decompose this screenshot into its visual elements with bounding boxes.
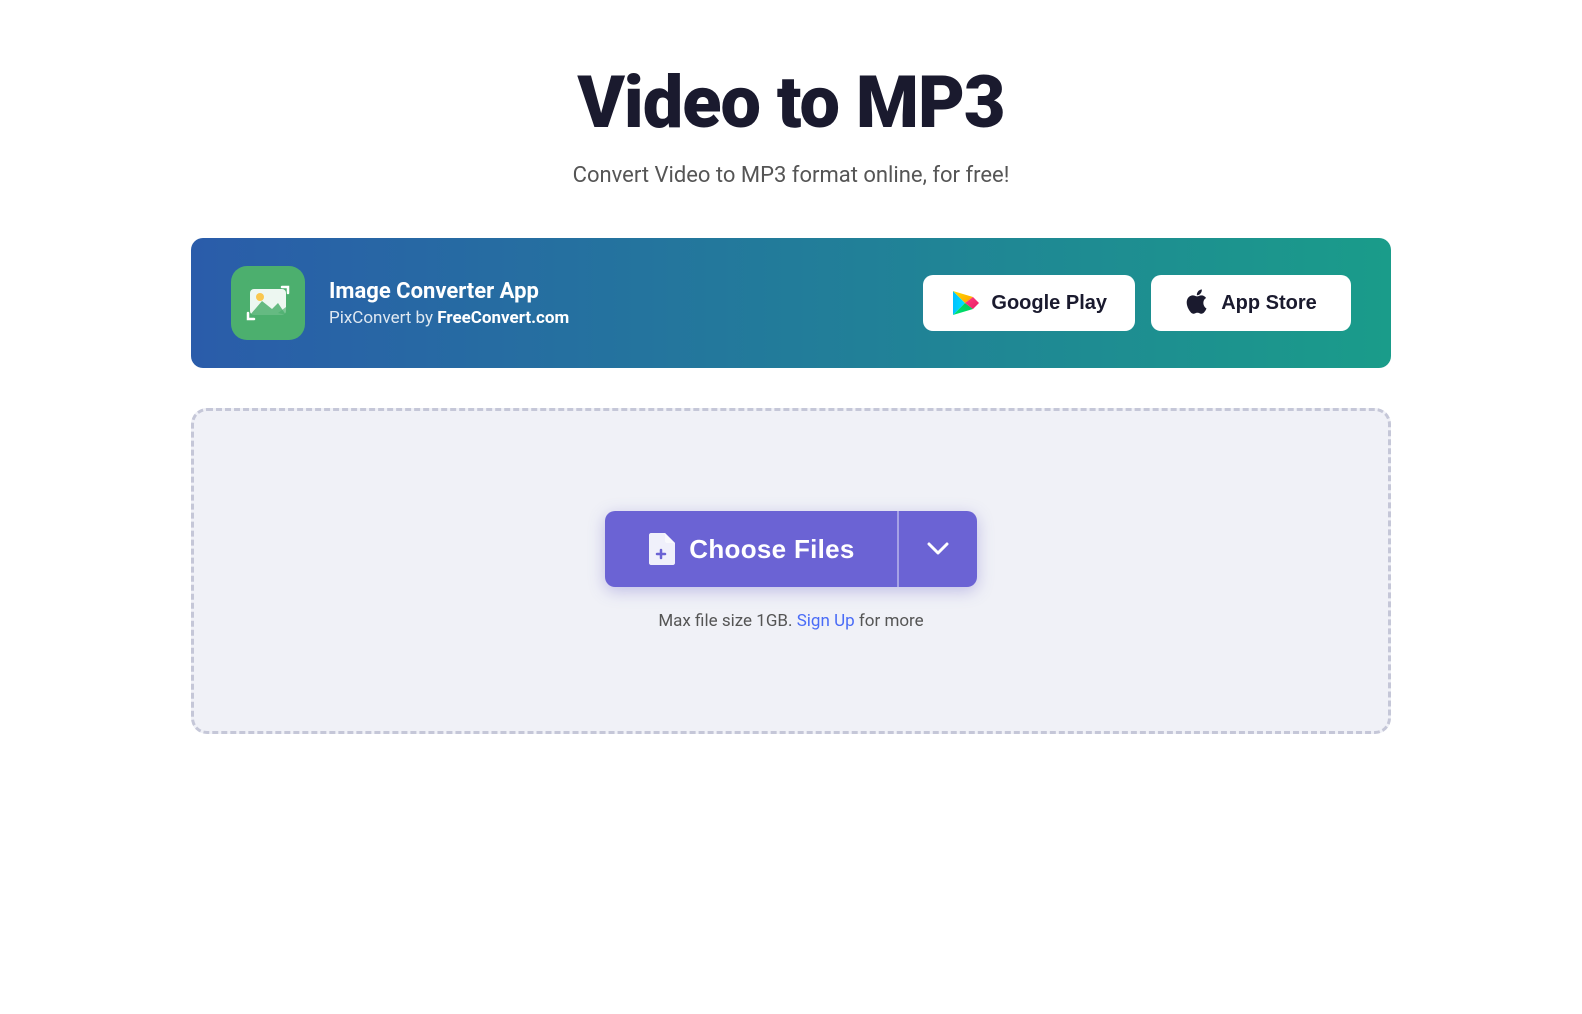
promo-right: Google Play App Store bbox=[923, 275, 1351, 331]
choose-files-dropdown-button[interactable] bbox=[897, 511, 977, 587]
sign-up-link[interactable]: Sign Up bbox=[797, 611, 855, 631]
google-play-icon bbox=[951, 289, 979, 317]
chevron-down-icon bbox=[927, 542, 949, 556]
file-limit-prefix: Max file size 1GB. bbox=[658, 611, 796, 631]
choose-files-wrapper: Choose Files bbox=[605, 511, 976, 587]
file-plus-icon bbox=[647, 533, 675, 565]
google-play-button[interactable]: Google Play bbox=[923, 275, 1135, 331]
choose-files-label: Choose Files bbox=[689, 534, 854, 565]
upload-dropzone[interactable]: Choose Files Max file size 1GB. Sign Up … bbox=[191, 408, 1391, 734]
choose-files-button[interactable]: Choose Files bbox=[605, 511, 896, 587]
promo-left: Image Converter App PixConvert by FreeCo… bbox=[231, 266, 569, 340]
app-icon-svg bbox=[244, 279, 292, 327]
promo-banner: Image Converter App PixConvert by FreeCo… bbox=[191, 238, 1391, 368]
apple-icon bbox=[1185, 289, 1209, 317]
google-play-label: Google Play bbox=[991, 292, 1107, 315]
app-icon bbox=[231, 266, 305, 340]
app-by-brand: FreeConvert.com bbox=[437, 308, 569, 328]
file-limit-text: Max file size 1GB. Sign Up for more bbox=[658, 611, 923, 631]
app-info: Image Converter App PixConvert by FreeCo… bbox=[329, 279, 569, 328]
app-by-prefix: PixConvert by bbox=[329, 308, 437, 328]
file-limit-suffix: for more bbox=[855, 611, 924, 631]
page-subtitle: Convert Video to MP3 format online, for … bbox=[573, 163, 1010, 188]
app-by: PixConvert by FreeConvert.com bbox=[329, 308, 569, 328]
app-name: Image Converter App bbox=[329, 279, 569, 304]
page-title: Video to MP3 bbox=[577, 60, 1004, 145]
app-store-button[interactable]: App Store bbox=[1151, 275, 1351, 331]
app-store-label: App Store bbox=[1221, 292, 1317, 315]
